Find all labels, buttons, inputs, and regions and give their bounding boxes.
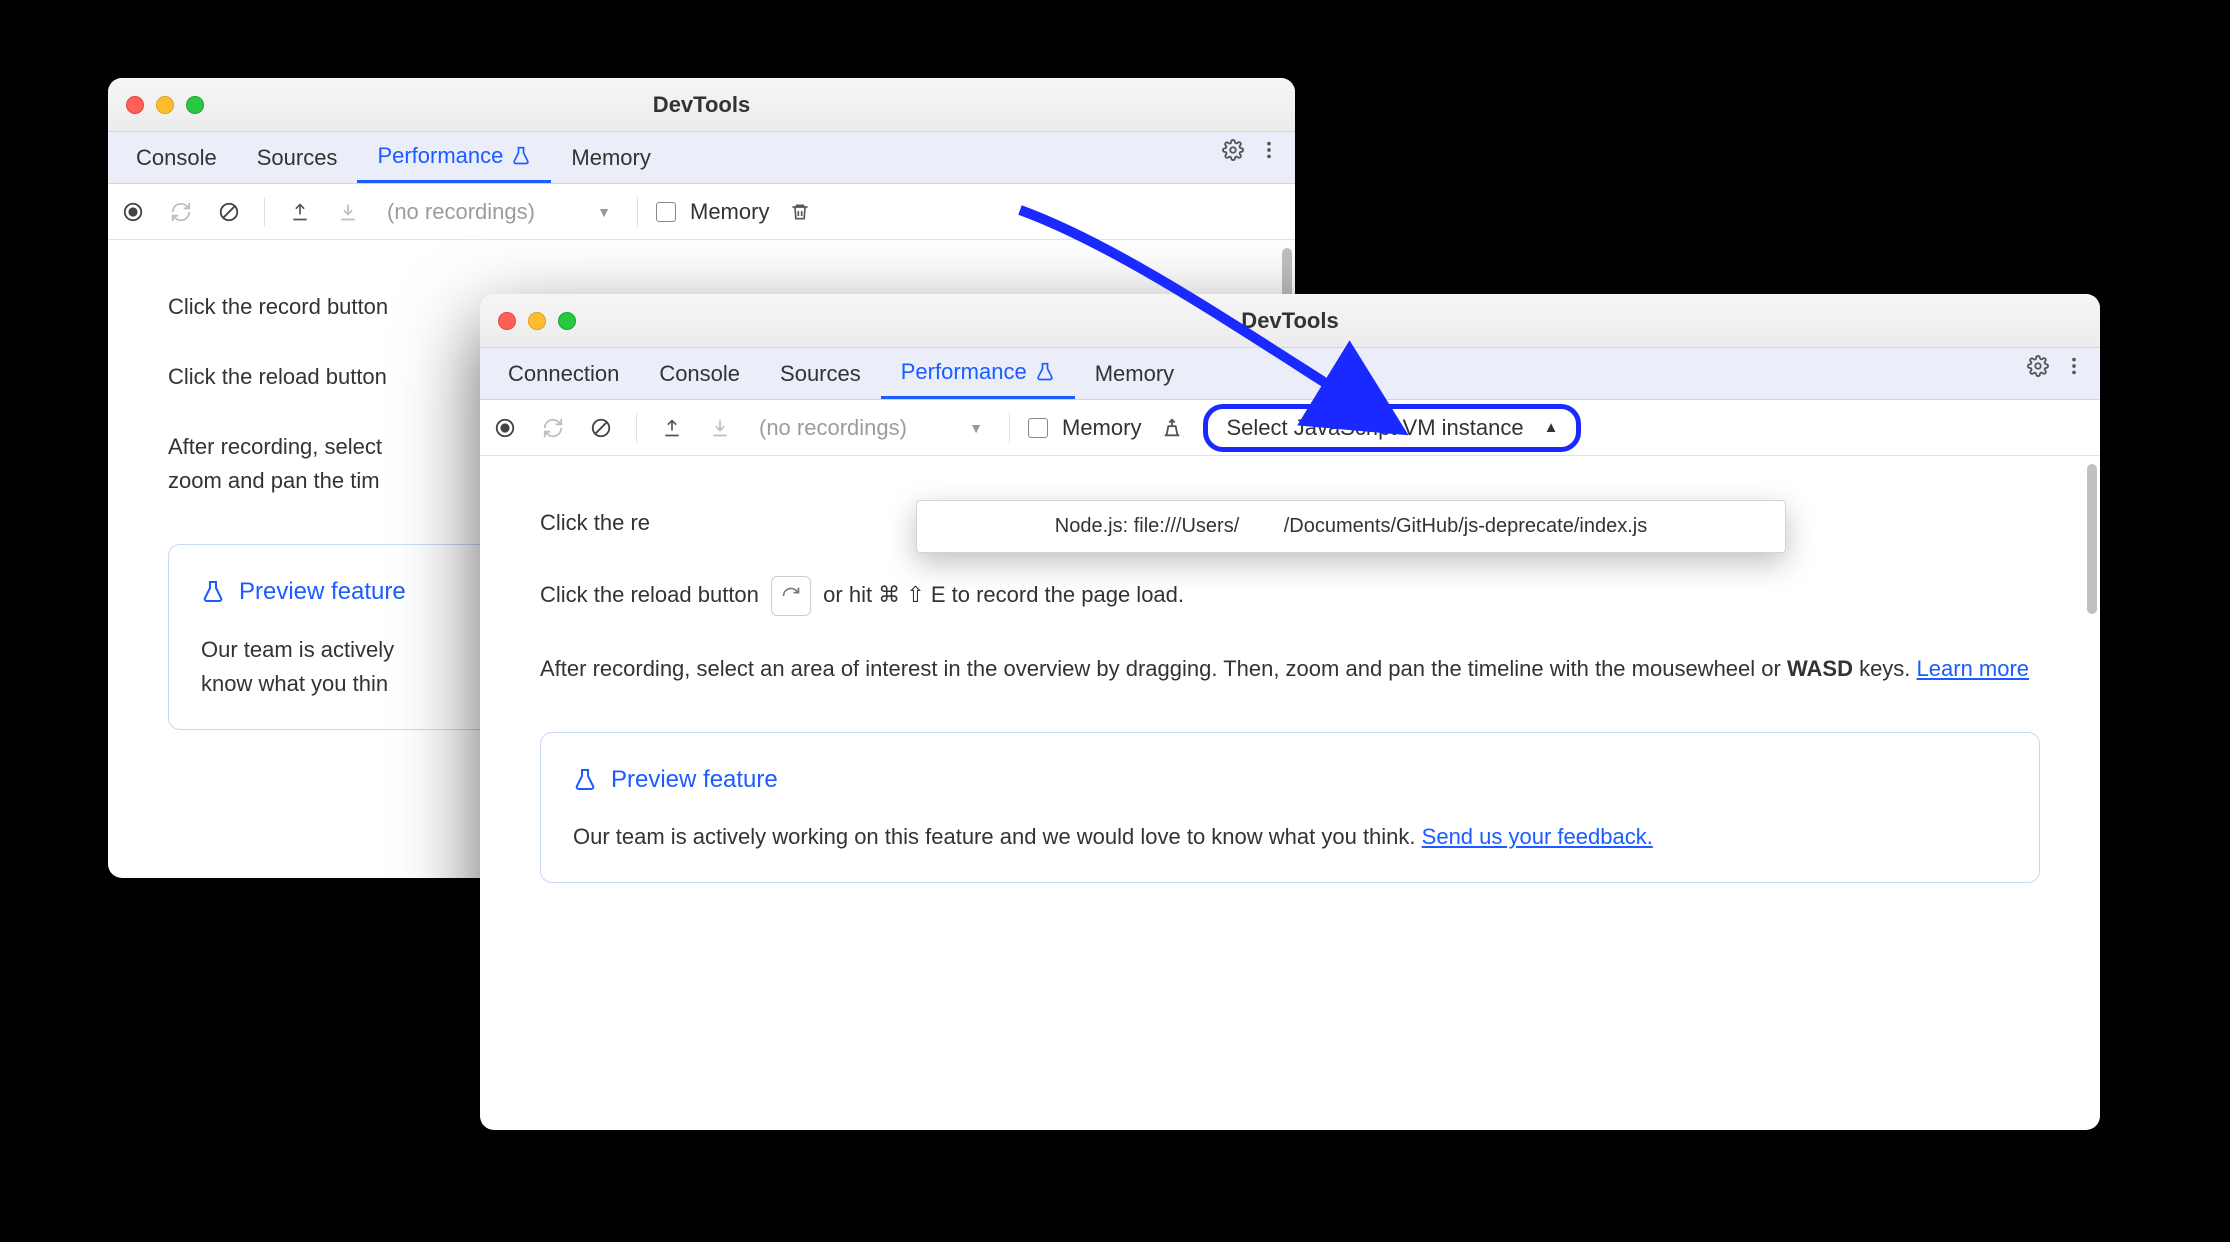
title-bar: DevTools	[480, 294, 2100, 348]
reload-icon[interactable]	[164, 195, 198, 229]
download-icon[interactable]	[703, 411, 737, 445]
window-title: DevTools	[653, 92, 750, 118]
tab-connection[interactable]: Connection	[488, 348, 639, 399]
chevron-down-icon: ▼	[969, 420, 983, 436]
tab-sources[interactable]: Sources	[237, 132, 358, 183]
tab-memory[interactable]: Memory	[551, 132, 670, 183]
content-area: Click the re Click the reload button or …	[480, 456, 2100, 1130]
memory-label: Memory	[1062, 415, 1141, 441]
zoom-button[interactable]	[558, 312, 576, 330]
settings-icon[interactable]	[1215, 132, 1251, 168]
tab-bar: Connection Console Sources Performance M…	[480, 348, 2100, 400]
flask-icon	[511, 146, 531, 166]
devtools-window-front: DevTools Connection Console Sources Perf…	[480, 294, 2100, 1130]
more-menu-icon[interactable]	[1251, 132, 1287, 168]
memory-label: Memory	[690, 199, 769, 225]
record-icon[interactable]	[116, 195, 150, 229]
vm-instance-dropdown: Node.js: file:///Users/ /Documents/GitHu…	[916, 500, 1786, 553]
minimize-button[interactable]	[528, 312, 546, 330]
tab-bar: Console Sources Performance Memory	[108, 132, 1295, 184]
preview-feature-card: Preview feature Our team is actively wor…	[540, 732, 2040, 883]
clear-icon[interactable]	[584, 411, 618, 445]
chevron-down-icon: ▼	[597, 204, 611, 220]
clear-icon[interactable]	[212, 195, 246, 229]
performance-toolbar: (no recordings)▼ Memory	[108, 184, 1295, 240]
memory-checkbox[interactable]	[1028, 418, 1048, 438]
after-instruction: After recording, select an area of inter…	[540, 652, 2040, 686]
title-bar: DevTools	[108, 78, 1295, 132]
tab-performance[interactable]: Performance	[881, 348, 1075, 399]
tab-performance[interactable]: Performance	[357, 132, 551, 183]
traffic-lights	[498, 312, 576, 330]
settings-icon[interactable]	[2020, 348, 2056, 384]
preview-feature-heading: Preview feature	[573, 761, 2007, 798]
record-icon[interactable]	[488, 411, 522, 445]
tab-memory[interactable]: Memory	[1075, 348, 1194, 399]
reload-icon[interactable]	[536, 411, 570, 445]
feedback-link[interactable]: Send us your feedback.	[1422, 824, 1653, 849]
window-title: DevTools	[1241, 308, 1338, 334]
collect-garbage-icon[interactable]	[1155, 411, 1189, 445]
flask-icon	[201, 580, 225, 604]
vm-instance-option[interactable]: Node.js: file:///Users/ /Documents/GitHu…	[917, 501, 1785, 552]
recording-selector[interactable]: (no recordings)▼	[379, 199, 619, 225]
upload-icon[interactable]	[655, 411, 689, 445]
zoom-button[interactable]	[186, 96, 204, 114]
close-button[interactable]	[126, 96, 144, 114]
vm-instance-selector[interactable]: Select JavaScript VM instance ▲	[1203, 404, 1581, 452]
memory-checkbox[interactable]	[656, 202, 676, 222]
reload-instruction: Click the reload button or hit ⌘ ⇧ E to …	[540, 576, 2040, 616]
chevron-up-icon: ▲	[1544, 419, 1559, 436]
trash-icon[interactable]	[783, 195, 817, 229]
reload-inline-icon	[771, 576, 811, 616]
download-icon[interactable]	[331, 195, 365, 229]
flask-icon	[573, 768, 597, 792]
performance-toolbar: (no recordings)▼ Memory Select JavaScrip…	[480, 400, 2100, 456]
upload-icon[interactable]	[283, 195, 317, 229]
minimize-button[interactable]	[156, 96, 174, 114]
recording-selector[interactable]: (no recordings)▼	[751, 415, 991, 441]
scrollbar-thumb[interactable]	[2087, 464, 2097, 614]
learn-more-link[interactable]: Learn more	[1917, 656, 2030, 681]
tab-console[interactable]: Console	[116, 132, 237, 183]
close-button[interactable]	[498, 312, 516, 330]
flask-icon	[1035, 362, 1055, 382]
tab-console[interactable]: Console	[639, 348, 760, 399]
traffic-lights	[126, 96, 204, 114]
tab-sources[interactable]: Sources	[760, 348, 881, 399]
more-menu-icon[interactable]	[2056, 348, 2092, 384]
